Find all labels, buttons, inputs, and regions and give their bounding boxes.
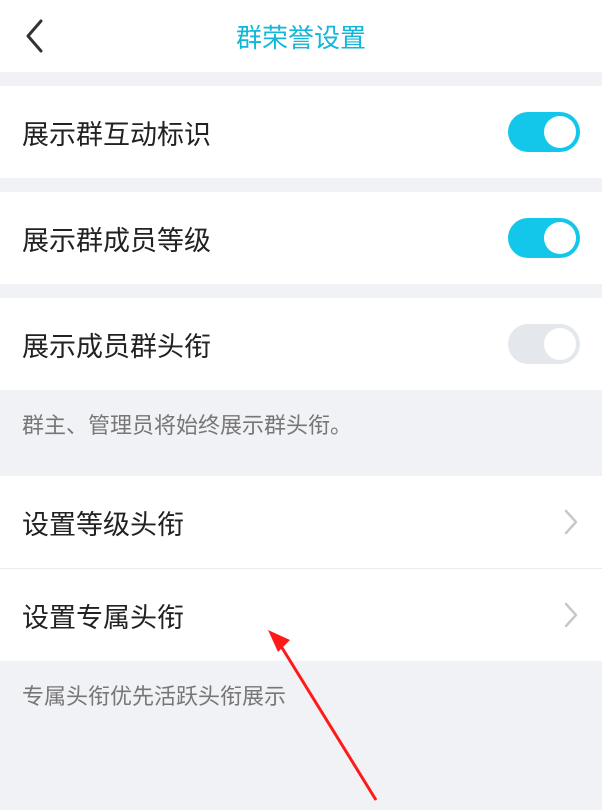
section-gap <box>0 72 602 86</box>
section-gap <box>0 178 602 192</box>
row-set-level-title[interactable]: 设置等级头衔 <box>0 476 602 568</box>
chevron-right-icon <box>562 507 580 537</box>
row-interaction-badge: 展示群互动标识 <box>0 86 602 178</box>
toggle-member-level[interactable] <box>508 218 580 258</box>
row-member-title: 展示成员群头衔 <box>0 298 602 390</box>
row-set-custom-title[interactable]: 设置专属头衔 <box>0 569 602 661</box>
toggle-knob <box>544 116 576 148</box>
section-gap <box>0 284 602 298</box>
header: 群荣誉设置 <box>0 0 602 72</box>
page-title: 群荣誉设置 <box>0 18 602 55</box>
row-label: 设置等级头衔 <box>22 503 184 542</box>
row-label: 展示群成员等级 <box>22 219 211 258</box>
back-button[interactable] <box>14 16 54 56</box>
toggle-interaction-badge[interactable] <box>508 112 580 152</box>
row-label: 设置专属头衔 <box>22 596 184 635</box>
toggle-member-title[interactable] <box>508 324 580 364</box>
chevron-right-icon <box>562 600 580 630</box>
chevron-left-icon <box>23 18 45 54</box>
toggle-knob <box>544 222 576 254</box>
row-member-level: 展示群成员等级 <box>0 192 602 284</box>
note-admin-always-show: 群主、管理员将始终展示群头衔。 <box>0 390 602 476</box>
row-label: 展示成员群头衔 <box>22 325 211 364</box>
toggle-knob <box>544 328 576 360</box>
note-custom-priority: 专属头衔优先活跃头衔展示 <box>0 661 602 731</box>
row-label: 展示群互动标识 <box>22 113 211 152</box>
